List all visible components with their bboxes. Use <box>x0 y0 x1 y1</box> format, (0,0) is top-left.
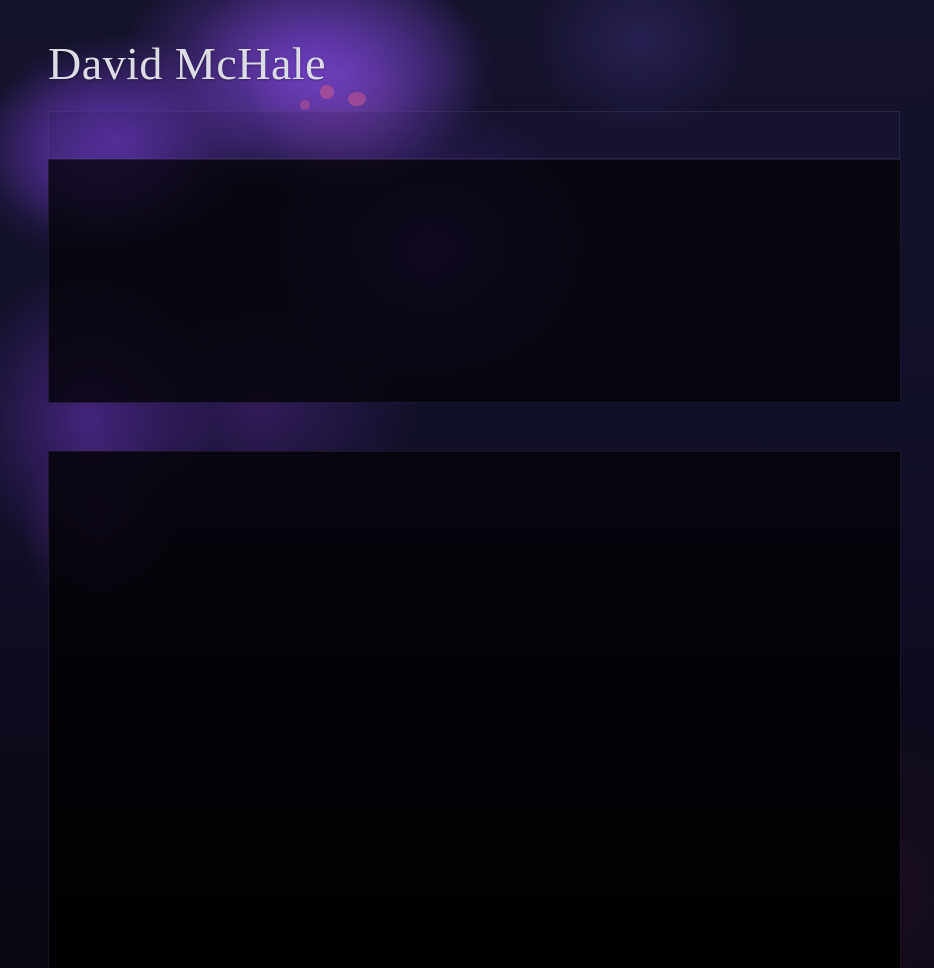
content-panel-main <box>48 451 901 968</box>
content-panel-top <box>48 159 901 403</box>
paint-splatter-decoration <box>348 92 366 106</box>
navigation-bar <box>48 111 900 159</box>
paint-splatter-decoration <box>300 100 310 110</box>
site-title[interactable]: David McHale <box>48 36 326 92</box>
page-background: David McHale <box>0 0 934 968</box>
